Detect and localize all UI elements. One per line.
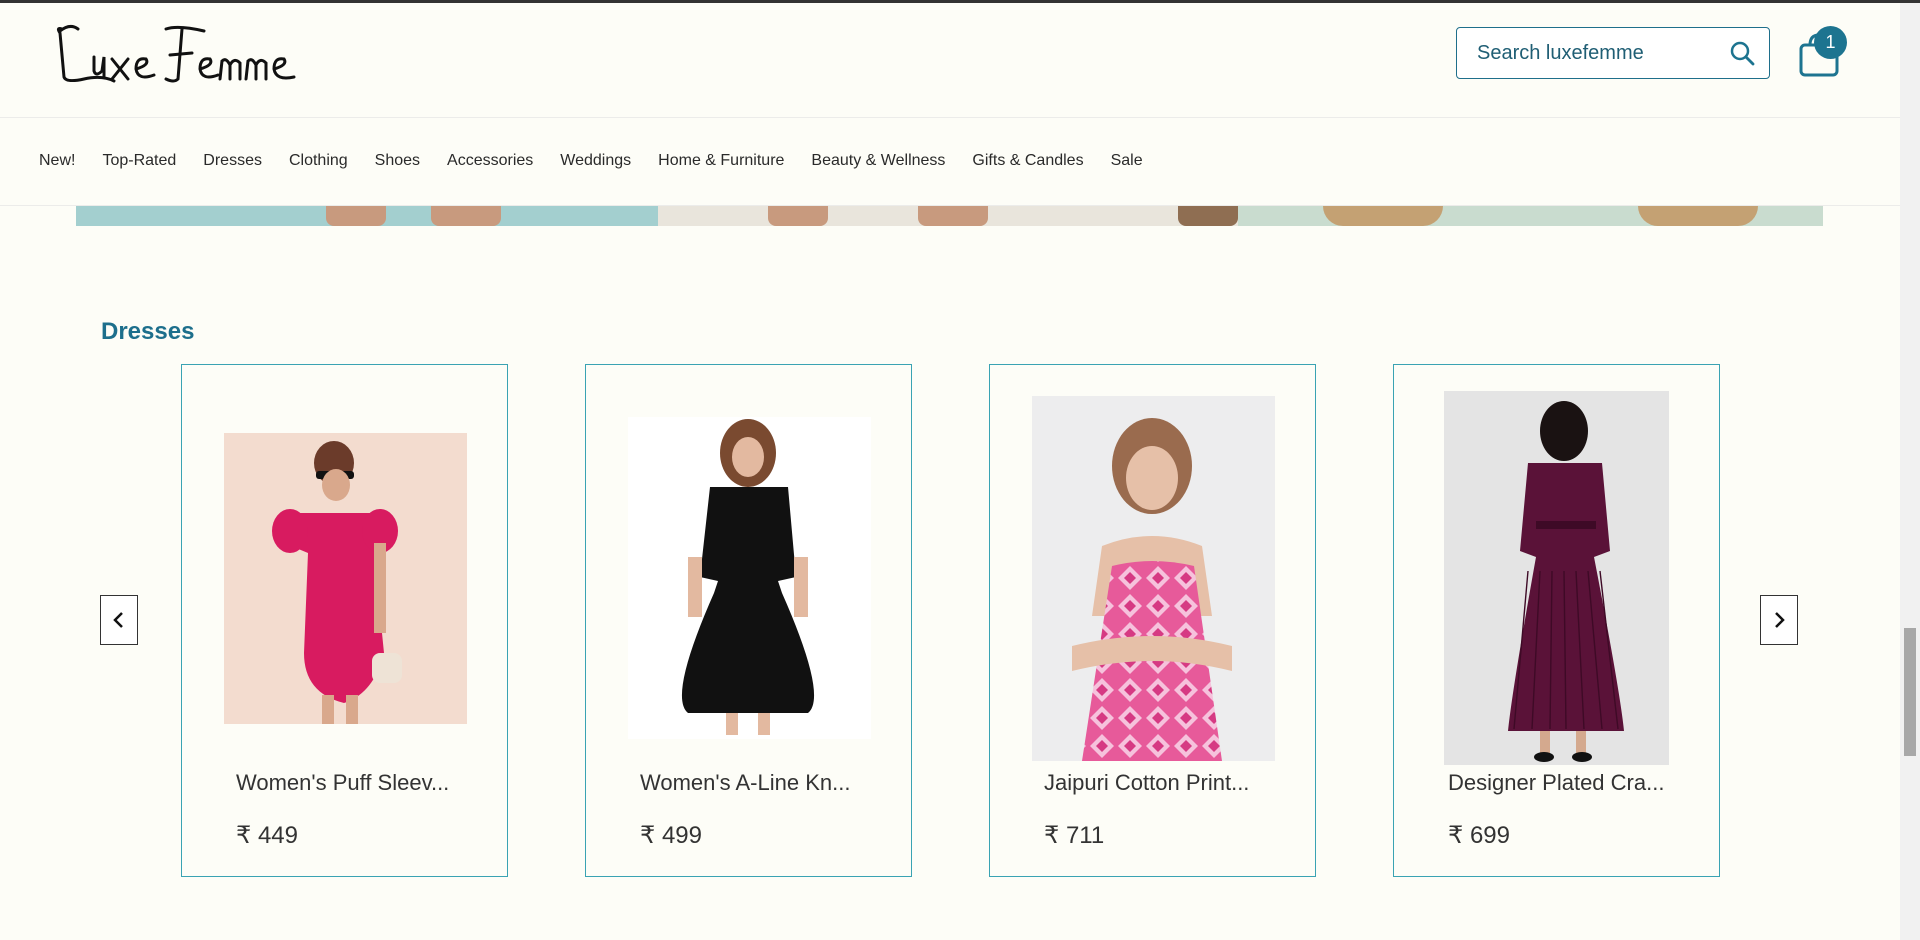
search-input[interactable] (1457, 28, 1729, 79)
main-navigation: New! Top-Rated Dresses Clothing Shoes Ac… (0, 118, 1900, 206)
nav-item-home-furniture[interactable]: Home & Furniture (658, 152, 784, 170)
product-name[interactable]: Women's A-Line Kn... (640, 770, 850, 796)
nav-item-beauty-wellness[interactable]: Beauty & Wellness (811, 152, 945, 170)
chevron-left-icon (113, 612, 123, 628)
product-card[interactable]: Jaipuri Cotton Print... ₹ 711 (989, 364, 1316, 877)
search-icon[interactable] (1729, 40, 1755, 66)
product-price: ₹ 711 (1044, 822, 1105, 849)
banner-panel-2 (658, 206, 1238, 226)
scrollbar-thumb[interactable] (1904, 628, 1916, 756)
nav-item-sale[interactable]: Sale (1111, 152, 1143, 170)
carousel-next-button[interactable] (1760, 595, 1798, 645)
chevron-right-icon (1775, 612, 1785, 628)
product-image[interactable] (1444, 391, 1669, 765)
product-price: ₹ 499 (640, 822, 702, 849)
product-price: ₹ 449 (236, 822, 298, 849)
banner-panel-3 (1238, 206, 1823, 226)
page-scrollbar[interactable] (1900, 3, 1920, 940)
product-price: ₹ 699 (1448, 822, 1510, 849)
cart-count-badge[interactable]: 1 (1814, 26, 1847, 59)
hero-banner-bottom[interactable] (76, 206, 1823, 226)
product-name[interactable]: Designer Plated Cra... (1448, 770, 1664, 796)
product-image[interactable] (1032, 396, 1275, 761)
product-image[interactable] (224, 433, 467, 724)
nav-item-dresses[interactable]: Dresses (203, 152, 262, 170)
section-title: Dresses (101, 318, 195, 345)
product-name[interactable]: Women's Puff Sleev... (236, 770, 449, 796)
product-card[interactable]: Women's Puff Sleev... ₹ 449 (181, 364, 508, 877)
banner-panel-1 (76, 206, 658, 226)
site-header: 1 (0, 3, 1900, 118)
carousel-prev-button[interactable] (100, 595, 138, 645)
nav-item-clothing[interactable]: Clothing (289, 152, 348, 170)
nav-item-gifts-candles[interactable]: Gifts & Candles (972, 152, 1083, 170)
nav-item-top-rated[interactable]: Top-Rated (102, 152, 176, 170)
luxefemme-logo[interactable] (54, 21, 310, 91)
search-box (1456, 27, 1770, 79)
nav-item-weddings[interactable]: Weddings (560, 152, 631, 170)
product-card[interactable]: Women's A-Line Kn... ₹ 499 (585, 364, 912, 877)
nav-item-new[interactable]: New! (39, 152, 75, 170)
nav-item-accessories[interactable]: Accessories (447, 152, 533, 170)
product-card[interactable]: Designer Plated Cra... ₹ 699 (1393, 364, 1720, 877)
product-name[interactable]: Jaipuri Cotton Print... (1044, 770, 1249, 796)
product-image[interactable] (628, 417, 871, 739)
nav-item-shoes[interactable]: Shoes (375, 152, 420, 170)
